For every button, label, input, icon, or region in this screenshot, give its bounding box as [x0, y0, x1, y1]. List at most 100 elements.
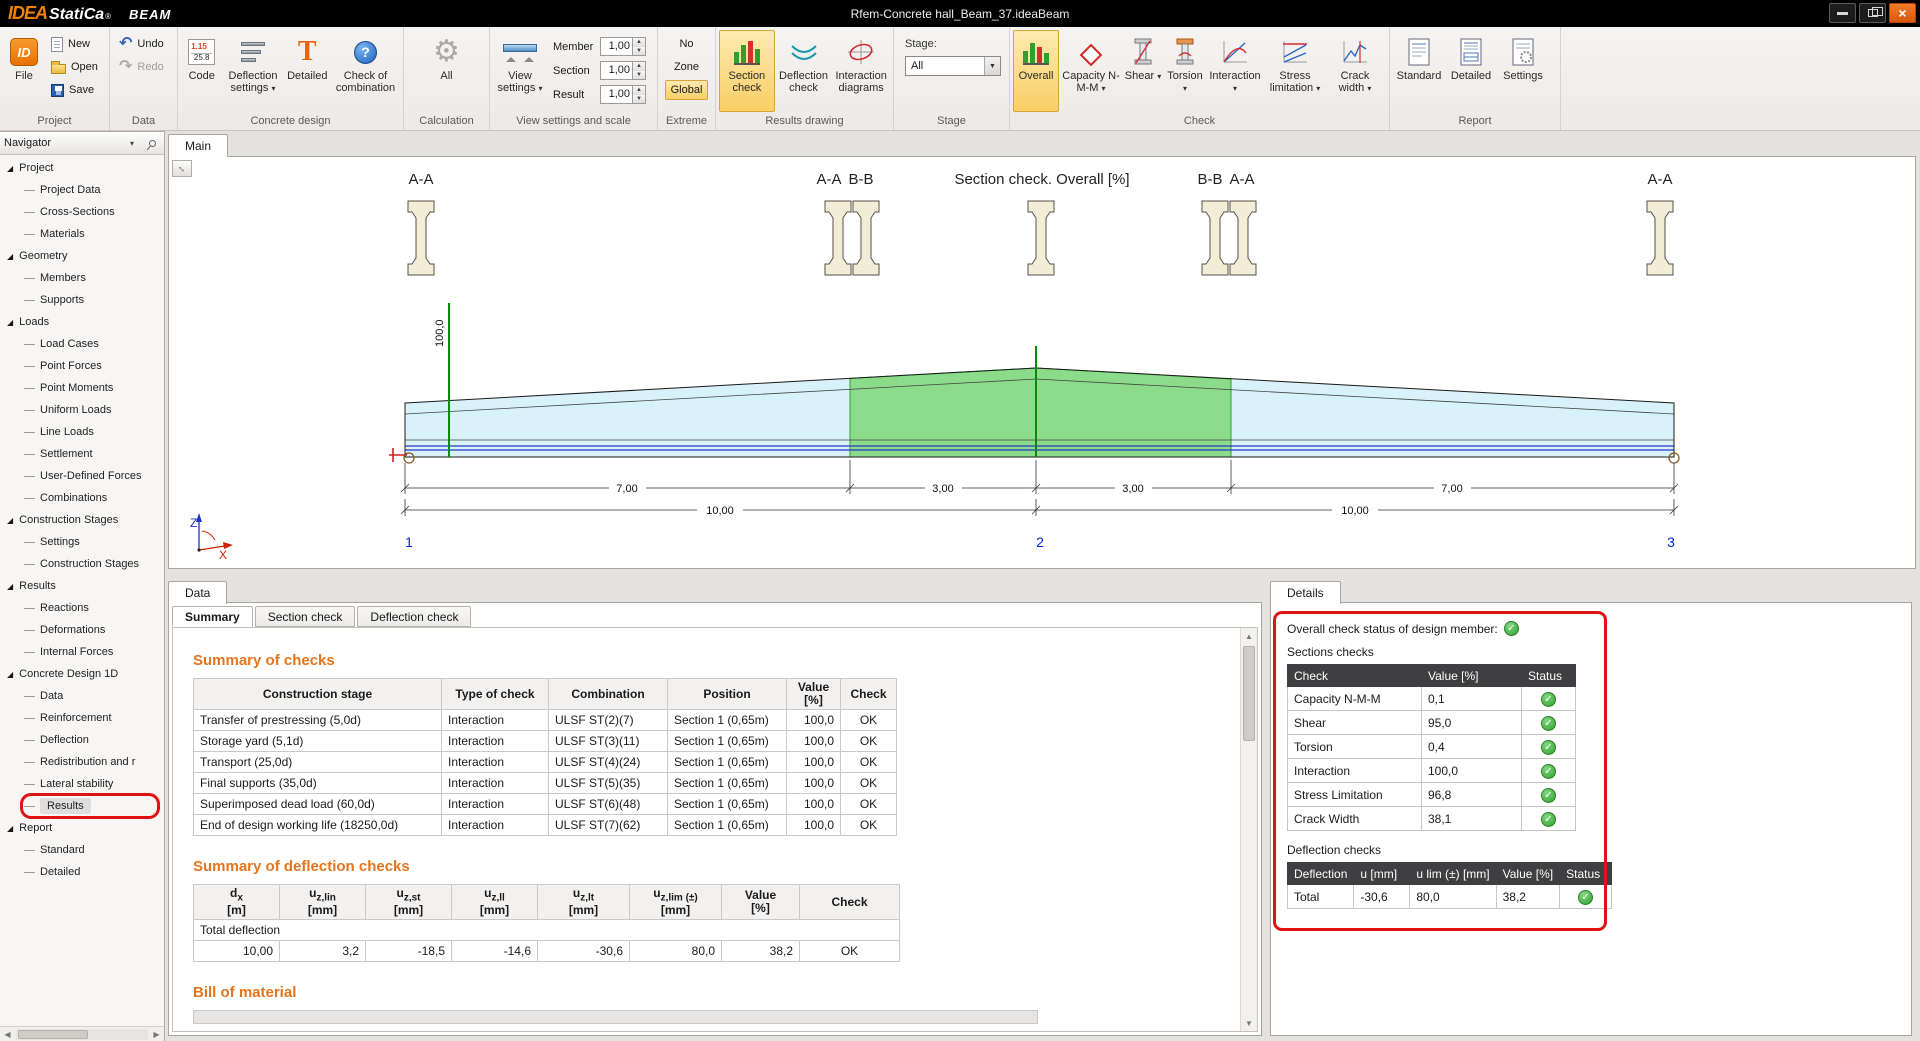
table-row[interactable]: Capacity N-M-M0,1✓ [1288, 687, 1576, 711]
deflection-settings-button[interactable]: Deflection settings ▾ [222, 30, 283, 112]
check-capacity-button[interactable]: Capacity N-M-M ▾ [1059, 30, 1123, 112]
navigator-item-reactions[interactable]: Reactions [0, 597, 164, 619]
navigator-item-combinations[interactable]: Combinations [0, 487, 164, 509]
table-row[interactable]: Transport (25,0d)InteractionULSF ST(4)(2… [194, 752, 897, 773]
navigator-item-data[interactable]: Data [0, 685, 164, 707]
deflection-check-button[interactable]: Deflection check [775, 30, 833, 112]
scroll-left-icon[interactable]: ◀ [0, 1030, 15, 1039]
table-row[interactable]: Stress Limitation96,8✓ [1288, 783, 1576, 807]
navigator-item-materials[interactable]: Materials [0, 223, 164, 245]
report-detailed-button[interactable]: Detailed [1445, 30, 1497, 112]
pin-icon[interactable] [144, 135, 160, 151]
tab-details[interactable]: Details [1270, 581, 1341, 604]
scroll-up-icon[interactable]: ▲ [1241, 628, 1257, 644]
navigator-item-redistribution-and-r[interactable]: Redistribution and r [0, 751, 164, 773]
tab-summary[interactable]: Summary [172, 606, 253, 627]
navigator-item-geometry[interactable]: ◢Geometry [0, 245, 164, 267]
code-button[interactable]: 1.1525.8 Code [181, 30, 222, 112]
save-button[interactable]: Save [45, 80, 104, 100]
table-row[interactable]: Crack Width38,1✓ [1288, 807, 1576, 831]
table-row[interactable]: Superimposed dead load (60,0d)Interactio… [194, 794, 897, 815]
extreme-global-button[interactable]: Global [665, 80, 709, 100]
extreme-zone-button[interactable]: Zone [668, 57, 705, 77]
dropdown-arrow-icon[interactable]: ▼ [984, 57, 1000, 75]
view-settings-button[interactable]: View settings ▾ [493, 30, 547, 112]
table-row[interactable]: Final supports (35,0d)InteractionULSF ST… [194, 773, 897, 794]
check-crack-width-button[interactable]: Crack width ▾ [1327, 30, 1383, 112]
tree-expand-icon[interactable]: ◢ [7, 824, 13, 833]
undo-button[interactable]: ↶Undo [113, 34, 170, 54]
table-row[interactable]: Transfer of prestressing (5,0d)Interacti… [194, 710, 897, 731]
tree-expand-icon[interactable]: ◢ [7, 252, 13, 261]
scrollbar-thumb[interactable] [1243, 646, 1255, 741]
navigator-item-cross-sections[interactable]: Cross-Sections [0, 201, 164, 223]
check-overall-button[interactable]: Overall [1013, 30, 1059, 112]
table-row[interactable]: Torsion0,4✓ [1288, 735, 1576, 759]
navigator-item-internal-forces[interactable]: Internal Forces [0, 641, 164, 663]
main-drawing-canvas[interactable]: ↔ A-A A-A B-B Section check. Overall [%]… [168, 156, 1916, 569]
minimize-button[interactable] [1829, 3, 1856, 23]
table-row[interactable]: 10,003,2-18,5-14,6-30,680,038,2OK [194, 941, 900, 962]
navigator-item-construction-stages[interactable]: ◢Construction Stages [0, 509, 164, 531]
report-settings-button[interactable]: Settings [1497, 30, 1549, 112]
new-button[interactable]: New [45, 34, 104, 54]
navigator-item-deflection[interactable]: Deflection [0, 729, 164, 751]
check-shear-button[interactable]: Shear ▾ [1123, 30, 1163, 112]
result-region-green[interactable] [850, 368, 1231, 457]
fit-view-button[interactable]: ↔ [172, 160, 192, 177]
tab-data[interactable]: Data [168, 581, 227, 604]
tree-expand-icon[interactable]: ◢ [7, 318, 13, 327]
navigator-item-results[interactable]: Results [0, 795, 164, 817]
table-row[interactable]: Interaction100,0✓ [1288, 759, 1576, 783]
detailed-button[interactable]: T Detailed [284, 30, 331, 112]
table-row[interactable]: Total-30,680,038,2✓ [1288, 885, 1612, 909]
beam-elevation[interactable]: 100,0 [389, 303, 1679, 463]
navigator-horizontal-scrollbar[interactable]: ◀ ▶ [0, 1026, 164, 1041]
result-scale-spinner[interactable]: ▲▼ [632, 86, 645, 103]
data-vertical-scrollbar[interactable]: ▲ ▼ [1240, 628, 1257, 1031]
tree-expand-icon[interactable]: ◢ [7, 582, 13, 591]
navigator-item-report[interactable]: ◢Report [0, 817, 164, 839]
navigator-item-supports[interactable]: Supports [0, 289, 164, 311]
tab-deflection-check[interactable]: Deflection check [357, 606, 471, 627]
scroll-down-icon[interactable]: ▼ [1241, 1015, 1257, 1031]
navigator-item-settlement[interactable]: Settlement [0, 443, 164, 465]
navigator-item-line-loads[interactable]: Line Loads [0, 421, 164, 443]
check-interaction-button[interactable]: Interaction ▾ [1207, 30, 1263, 112]
section-scale-spinner[interactable]: ▲▼ [632, 62, 645, 79]
navigator-item-point-moments[interactable]: Point Moments [0, 377, 164, 399]
navigator-item-detailed[interactable]: Detailed [0, 861, 164, 883]
navigator-item-results[interactable]: ◢Results [0, 575, 164, 597]
tab-main[interactable]: Main [168, 134, 228, 157]
extreme-no-button[interactable]: No [673, 34, 699, 54]
member-scale-input[interactable]: 1,00 ▲▼ [600, 37, 646, 56]
tree-expand-icon[interactable]: ◢ [7, 516, 13, 525]
section-check-button[interactable]: Section check [719, 30, 775, 112]
close-button[interactable]: × [1889, 3, 1916, 23]
redo-button[interactable]: ↷Redo [113, 57, 170, 77]
table-row[interactable]: End of design working life (18250,0d)Int… [194, 815, 897, 836]
tab-section-check[interactable]: Section check [255, 606, 356, 627]
report-standard-button[interactable]: Standard [1393, 30, 1445, 112]
open-button[interactable]: Open [45, 57, 104, 77]
stage-dropdown[interactable]: All ▼ [905, 56, 1001, 76]
result-scale-input[interactable]: 1,00 ▲▼ [600, 85, 646, 104]
check-of-combination-button[interactable]: ? Check of combination [331, 30, 400, 112]
navigator-item-lateral-stability[interactable]: Lateral stability [0, 773, 164, 795]
navigator-item-reinforcement[interactable]: Reinforcement [0, 707, 164, 729]
table-row[interactable]: Shear95,0✓ [1288, 711, 1576, 735]
member-scale-spinner[interactable]: ▲▼ [632, 38, 645, 55]
navigator-item-project-data[interactable]: Project Data [0, 179, 164, 201]
table-group-row[interactable]: Total deflection [194, 920, 900, 941]
navigator-item-concrete-design-1d[interactable]: ◢Concrete Design 1D [0, 663, 164, 685]
navigator-item-standard[interactable]: Standard [0, 839, 164, 861]
navigator-item-point-forces[interactable]: Point Forces [0, 355, 164, 377]
section-scale-input[interactable]: 1,00 ▲▼ [600, 61, 646, 80]
navigator-item-deformations[interactable]: Deformations [0, 619, 164, 641]
scroll-right-icon[interactable]: ▶ [149, 1030, 164, 1039]
navigator-item-loads[interactable]: ◢Loads [0, 311, 164, 333]
interaction-diagrams-button[interactable]: Interaction diagrams [832, 30, 890, 112]
navigator-dropdown-icon[interactable]: ▾ [124, 135, 140, 151]
check-stress-limitation-button[interactable]: Stress limitation ▾ [1263, 30, 1327, 112]
navigator-item-uniform-loads[interactable]: Uniform Loads [0, 399, 164, 421]
